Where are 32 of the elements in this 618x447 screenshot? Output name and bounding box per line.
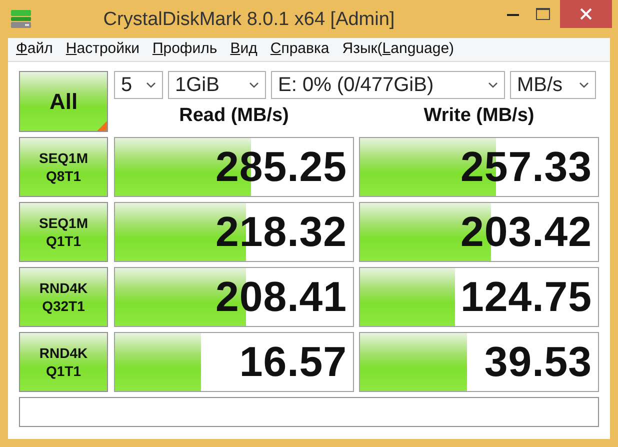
result-value: 124.75 — [460, 276, 592, 318]
maximize-icon — [536, 8, 550, 20]
menu-item[interactable]: Вид — [230, 38, 258, 61]
dropdown[interactable]: 5 — [114, 71, 163, 99]
chevron-icon — [579, 82, 589, 88]
test-button[interactable]: RND4K Q1T1 — [19, 332, 108, 392]
column-header: Read (MB/s) — [179, 104, 289, 128]
window-title: CrystalDiskMark 8.0.1 x64 [Admin] — [103, 8, 395, 32]
corner-mark-icon — [97, 121, 107, 131]
comment-field[interactable] — [19, 397, 599, 427]
all-button[interactable]: All — [19, 71, 108, 132]
menu-item[interactable]: Настройки — [66, 38, 140, 61]
result-value: 16.57 — [239, 341, 347, 383]
result-value: 39.53 — [484, 341, 592, 383]
close-icon — [580, 8, 592, 20]
chevron-icon — [249, 82, 259, 88]
disk-icon — [10, 9, 32, 29]
column-header: Write (MB/s) — [424, 104, 534, 128]
chevron-icon — [146, 82, 156, 88]
dropdown[interactable]: MB/s — [510, 71, 596, 99]
menu-item[interactable]: Язык(Language) — [342, 38, 454, 61]
close-button[interactable] — [560, 0, 612, 28]
menu-item[interactable]: Профиль — [152, 38, 218, 61]
minimize-icon — [507, 12, 519, 16]
menu-item[interactable]: Справка — [270, 38, 330, 61]
chevron-icon — [488, 82, 498, 88]
test-button[interactable]: RND4K Q32T1 — [19, 267, 108, 327]
menu-item[interactable]: Файл — [16, 38, 53, 61]
test-button[interactable]: SEQ1M Q8T1 — [19, 137, 108, 197]
dropdown[interactable]: 1GiB — [168, 71, 266, 99]
test-button[interactable]: SEQ1M Q1T1 — [19, 202, 108, 262]
dropdown[interactable]: E: 0% (0/477GiB) — [271, 71, 505, 99]
